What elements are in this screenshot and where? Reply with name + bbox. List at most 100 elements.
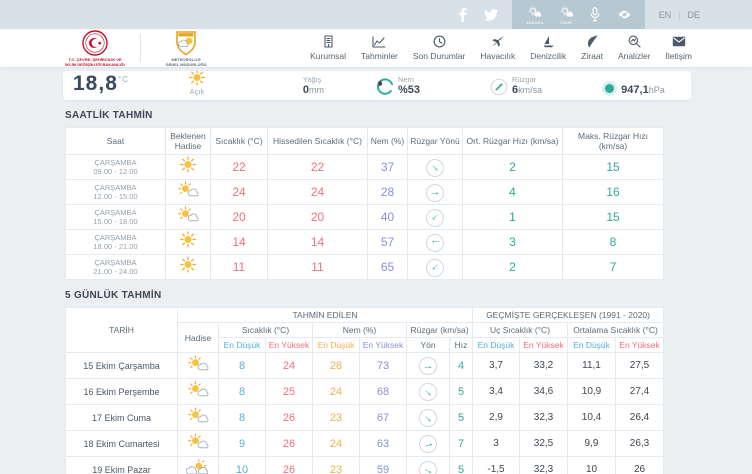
nav-item-denizcilik[interactable]: Denizcilik <box>530 35 566 61</box>
daily-wind-speed: 5 <box>450 405 473 431</box>
hourly-wind-direction: → <box>408 180 463 205</box>
current-pressure-actual: 947,1hPa <box>602 75 665 96</box>
col-header-humidity: Nem (%) <box>313 323 407 338</box>
daily-condition <box>178 405 219 431</box>
twitter-icon[interactable] <box>484 8 498 22</box>
hourly-feels-like: 20 <box>268 205 368 230</box>
partly-cloudy-icon <box>187 433 209 450</box>
leaf-icon <box>586 35 598 48</box>
mgm-logo[interactable]: METEOROLOJİ GENEL MÜDÜRLÜĞÜ <box>151 30 221 67</box>
hourly-wind-direction: → <box>408 230 463 255</box>
col-header-average-temp: Ortalama Sıcaklık (°C) <box>568 323 664 338</box>
line-chart-icon <box>372 35 386 48</box>
hourly-condition <box>166 180 211 205</box>
wind-direction-icon: → <box>426 184 444 202</box>
partly-cloudy-icon <box>187 407 209 424</box>
daily-average-min: 10,9 <box>568 379 616 405</box>
daily-temp-min: 8 <box>219 405 266 431</box>
nav-item-iletiim[interactable]: İletişim <box>666 35 692 61</box>
hourly-section-title: SAATLİK TAHMİN <box>65 110 692 121</box>
accessibility-eye-icon[interactable] <box>618 7 631 22</box>
leaf-header-direction: Yön <box>407 338 450 353</box>
hourly-max-wind: 8 <box>563 230 664 255</box>
daily-date: 16 Ekim Perşembe <box>66 379 178 405</box>
facebook-icon[interactable] <box>456 8 470 22</box>
leaf-header-min: En Düşük <box>219 338 266 353</box>
leaf-header-min: En Düşük <box>313 338 360 353</box>
site-header: T.C. ÇEVRE, ŞEHİRCİLİK VE İKLİM DEĞİŞİKL… <box>0 29 752 67</box>
hourly-time: ÇARŞAMBA18.00 - 21.00 <box>66 230 166 255</box>
daily-average-min: 10 <box>568 457 616 474</box>
current-condition: Açık <box>187 71 207 96</box>
city-label: İZMİR <box>560 20 572 25</box>
quick-tools: ANKARA İZMİR <box>512 0 645 29</box>
hourly-col-header: Rüzgar Yönü <box>408 128 463 155</box>
daily-humidity-max: 67 <box>360 405 407 431</box>
daily-wind-direction: → <box>407 405 450 431</box>
daily-temp-max: 26 <box>266 457 313 474</box>
hourly-temp: 22 <box>211 155 268 180</box>
city-label: ANKARA <box>526 20 544 25</box>
nav-label: Analizler <box>618 51 651 61</box>
daily-average-max: 27,4 <box>616 379 664 405</box>
wind-direction-icon: → <box>426 259 444 277</box>
nav-item-kurumsal[interactable]: Kurumsal <box>310 35 346 61</box>
nav-label: Kurumsal <box>310 51 346 61</box>
daily-row: 15 Ekim Çarşamba 8 24 28 73 → 4 3,7 33,2… <box>66 353 664 379</box>
hourly-row: ÇARŞAMBA09.00 - 12.00 22 22 37 → 2 15 <box>66 155 664 180</box>
nav-item-ziraat[interactable]: Ziraat <box>581 35 603 61</box>
nav-item-sondurumlar[interactable]: Son Durumlar <box>413 35 465 61</box>
daily-average-min: 9,9 <box>568 431 616 457</box>
current-precipitation: Yağış 0mm <box>303 75 324 96</box>
sailboat-icon <box>542 35 555 48</box>
daily-date: 17 Ekim Cuma <box>66 405 178 431</box>
lang-en[interactable]: EN <box>659 10 672 20</box>
daily-wind-direction: → <box>407 379 450 405</box>
col-header-date: TARİH <box>66 308 178 353</box>
col-header-temp: Sıcaklık (°C) <box>219 323 313 338</box>
daily-condition <box>178 431 219 457</box>
daily-temp-min: 9 <box>219 431 266 457</box>
daily-date: 15 Ekim Çarşamba <box>66 353 178 379</box>
city-weather-icon <box>528 5 541 20</box>
nav-item-analizler[interactable]: Analizler <box>618 35 651 61</box>
ministry-logo[interactable]: T.C. ÇEVRE, ŞEHİRCİLİK VE İKLİM DEĞİŞİKL… <box>60 30 130 67</box>
lang-de[interactable]: DE <box>687 10 700 20</box>
daily-temp-min: 8 <box>219 353 266 379</box>
leaf-header-max: En Yüksek <box>520 338 568 353</box>
hourly-avg-wind: 4 <box>463 180 563 205</box>
hourly-humidity: 57 <box>368 230 408 255</box>
hourly-condition <box>166 155 211 180</box>
daily-extreme-max: 32,3 <box>520 405 568 431</box>
col-header-extreme-temp: Uç Sıcaklık (°C) <box>473 323 568 338</box>
envelope-icon <box>672 35 686 48</box>
daily-wind-direction: → <box>407 457 450 474</box>
city-shortcut-ankara[interactable]: ANKARA <box>526 5 544 25</box>
daily-temp-min: 8 <box>219 379 266 405</box>
hourly-temp: 24 <box>211 180 268 205</box>
sunny-icon <box>178 231 198 248</box>
wind-direction-icon: → <box>426 209 444 227</box>
pressure-dot-icon <box>602 81 617 96</box>
daily-condition <box>178 353 219 379</box>
nav-item-havaclk[interactable]: Havacılık <box>480 35 515 61</box>
nav-label: Havacılık <box>480 51 515 61</box>
hourly-max-wind: 16 <box>563 180 664 205</box>
daily-extreme-min: 3 <box>473 431 520 457</box>
daily-wind-direction: → <box>407 353 450 379</box>
city-shortcut-izmir[interactable]: İZMİR <box>560 5 573 25</box>
magnifier-icon <box>628 35 641 48</box>
daily-extreme-max: 32,3 <box>520 457 568 474</box>
lang-separator: | <box>678 10 680 20</box>
airplane-icon <box>491 35 505 48</box>
daily-extreme-min: 3,7 <box>473 353 520 379</box>
daily-extreme-max: 32,5 <box>520 431 568 457</box>
hourly-col-header: Beklenen Hadise <box>166 128 211 155</box>
daily-humidity-min: 28 <box>313 353 360 379</box>
daily-wind-speed: 5 <box>450 457 473 474</box>
daily-wind-speed: 7 <box>450 431 473 457</box>
daily-extreme-max: 34,6 <box>520 379 568 405</box>
nav-item-tahminler[interactable]: Tahminler <box>361 35 398 61</box>
microphone-icon[interactable] <box>589 7 602 22</box>
wind-gauge-icon <box>490 78 508 96</box>
